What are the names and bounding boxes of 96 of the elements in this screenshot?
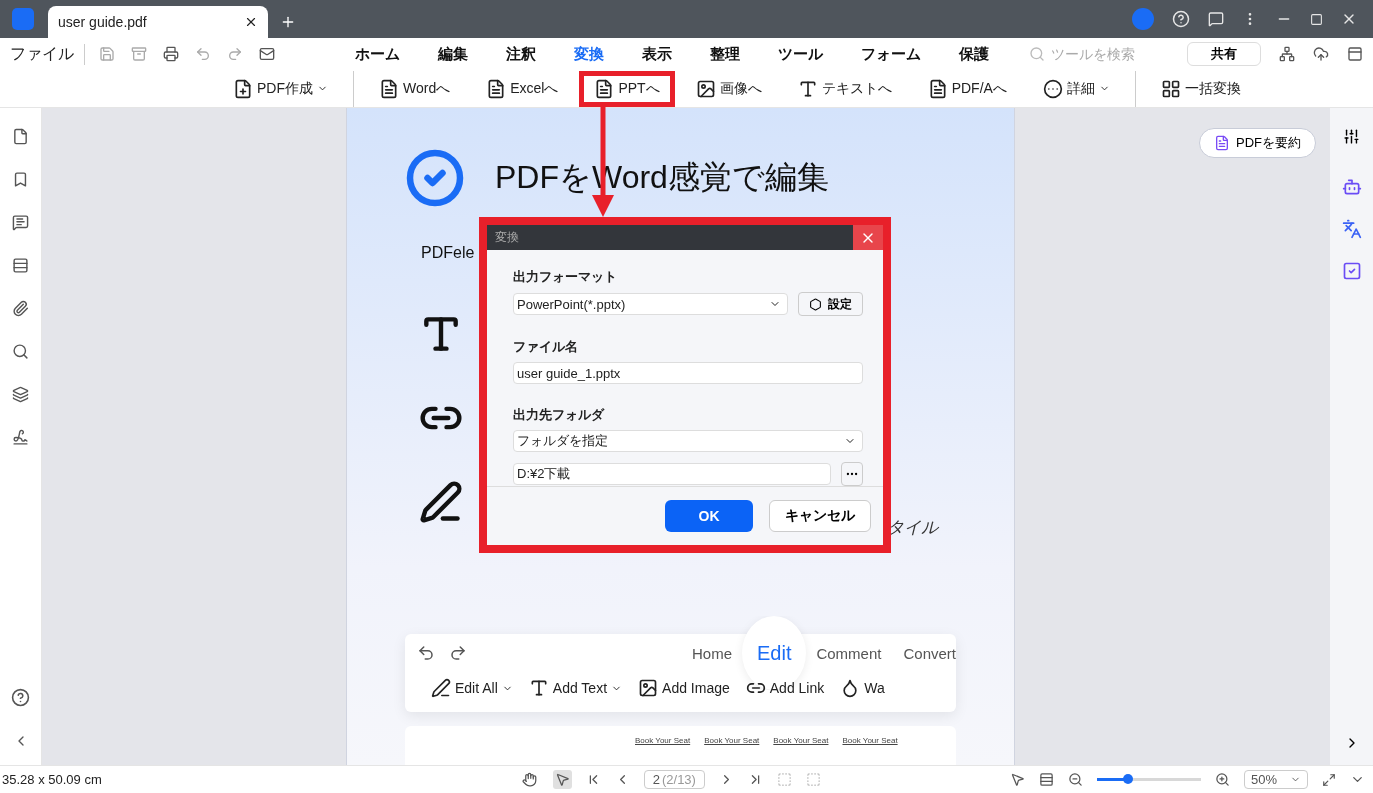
robot-icon[interactable]: [1341, 177, 1362, 197]
tab-label: Convert: [903, 644, 956, 662]
zoom-out-icon[interactable]: [1068, 772, 1083, 787]
grid-icon: [1160, 78, 1181, 99]
fit-icon[interactable]: [1322, 772, 1336, 787]
file-menu[interactable]: ファイル: [10, 43, 85, 65]
settings-button[interactable]: 設定: [798, 292, 863, 316]
new-tab-button[interactable]: [280, 14, 296, 30]
convert-button[interactable]: Excelへ: [471, 70, 574, 107]
dialog-close-button[interactable]: [853, 225, 883, 250]
document-tab[interactable]: user guide.pdf: [48, 6, 268, 38]
tab-label: Comment: [816, 644, 882, 662]
convert-button[interactable]: 詳細: [1027, 70, 1125, 107]
path-field[interactable]: D:¥2下載: [513, 463, 831, 485]
ok-button[interactable]: OK: [665, 500, 753, 532]
bookmark-icon[interactable]: [12, 171, 29, 188]
hierarchy-icon[interactable]: [1279, 46, 1295, 62]
document-icon: [379, 78, 399, 99]
pen-icon: [419, 480, 463, 524]
document-icon: [594, 78, 615, 99]
zoom-in-icon[interactable]: [1215, 772, 1230, 787]
convert-button[interactable]: 一括変換: [1145, 70, 1256, 107]
tool-icon: [431, 678, 451, 698]
page-dimensions: 35.28 x 50.09 cm: [2, 772, 102, 787]
browse-button[interactable]: [841, 462, 863, 486]
tool-icon: [638, 678, 659, 698]
menu-tab[interactable]: ホーム: [355, 44, 400, 64]
feature-text: タイル: [887, 517, 938, 539]
convert-button[interactable]: PPTへ: [579, 70, 675, 107]
redo-icon: [449, 644, 467, 662]
page-icon[interactable]: [12, 128, 29, 145]
tool-label: Add Link: [745, 678, 825, 698]
format-label: 出力フォーマット: [513, 268, 618, 286]
tab-label: Home: [692, 644, 732, 662]
dialog-title: 変換: [494, 229, 519, 246]
filename-field[interactable]: user guide_1.pptx: [513, 362, 863, 384]
convert-button[interactable]: PDF作成: [218, 70, 343, 107]
convert-button[interactable]: Wordへ: [364, 70, 466, 107]
attachment-icon[interactable]: [12, 300, 29, 317]
format-select[interactable]: PowerPoint(*.pptx): [513, 293, 788, 315]
close-icon[interactable]: [244, 15, 258, 29]
file-plus-icon: [233, 78, 253, 99]
menu-tab[interactable]: 変換: [574, 44, 604, 64]
check-icon: [405, 148, 465, 208]
mail-icon[interactable]: [259, 46, 275, 62]
tool-label: Edit All: [431, 678, 513, 698]
search-icon[interactable]: [12, 343, 29, 360]
help-icon[interactable]: [11, 688, 30, 707]
checklist-icon[interactable]: [1341, 261, 1362, 281]
intro-text: PDFele: [421, 244, 476, 262]
search-icon: [1029, 46, 1045, 62]
list-icon[interactable]: [12, 257, 29, 274]
menu-tab[interactable]: 編集: [438, 44, 468, 64]
convert-button[interactable]: テキストへ: [782, 70, 907, 107]
print-icon[interactable]: [163, 46, 179, 62]
app-logo-icon: [12, 8, 34, 30]
hand-icon: [521, 772, 537, 787]
more-icon: [1042, 78, 1063, 99]
folder-label: 出力先フォルダ: [513, 406, 606, 424]
filename-label: ファイル名: [513, 338, 579, 356]
select-tool-button[interactable]: [552, 770, 572, 789]
image-icon: [695, 78, 716, 99]
document-icon: [1214, 135, 1230, 151]
page-field[interactable]: 2(2/13): [643, 770, 705, 789]
panel-icon[interactable]: [1347, 46, 1363, 62]
zoom-thumb[interactable]: [1123, 774, 1134, 784]
tool-label: Add Text: [528, 678, 623, 698]
menu-tab[interactable]: フォーム: [861, 44, 921, 64]
menu-tab[interactable]: ツール: [778, 44, 823, 64]
comment-icon[interactable]: [12, 214, 29, 231]
convert-button[interactable]: PDF/Aへ: [912, 70, 1022, 107]
tool-label: Wa: [840, 678, 885, 698]
share-button[interactable]: 共有: [1187, 42, 1261, 66]
maximize-icon[interactable]: [1310, 12, 1323, 26]
upload-icon[interactable]: [1313, 46, 1329, 62]
cursor-mode-icon[interactable]: [1010, 772, 1025, 787]
signature-icon[interactable]: [12, 429, 29, 446]
hexagon-icon: [809, 297, 822, 311]
folder-select[interactable]: フォルダを指定: [513, 430, 863, 452]
tool-label: Add Image: [638, 678, 730, 698]
convert-button[interactable]: 画像へ: [680, 70, 777, 107]
cancel-button[interactable]: キャンセル: [769, 500, 871, 532]
menu-tab[interactable]: 整理: [710, 44, 740, 64]
translate-icon[interactable]: [1341, 219, 1362, 239]
menu-tab[interactable]: 注釈: [506, 44, 536, 64]
document-icon: [486, 78, 507, 99]
menu-tab[interactable]: 表示: [642, 44, 672, 64]
pointer-icon: [554, 772, 570, 787]
settings-icon[interactable]: [1343, 128, 1360, 145]
feedback-icon[interactable]: [1208, 11, 1224, 27]
menu-tab[interactable]: 保護: [959, 44, 989, 64]
layers-icon[interactable]: [12, 386, 29, 403]
undo-icon: [417, 644, 435, 662]
zoom-select[interactable]: 50%: [1244, 770, 1308, 789]
summarize-button[interactable]: PDFを要約: [1199, 128, 1316, 158]
page-layout-icon[interactable]: [1039, 772, 1054, 787]
